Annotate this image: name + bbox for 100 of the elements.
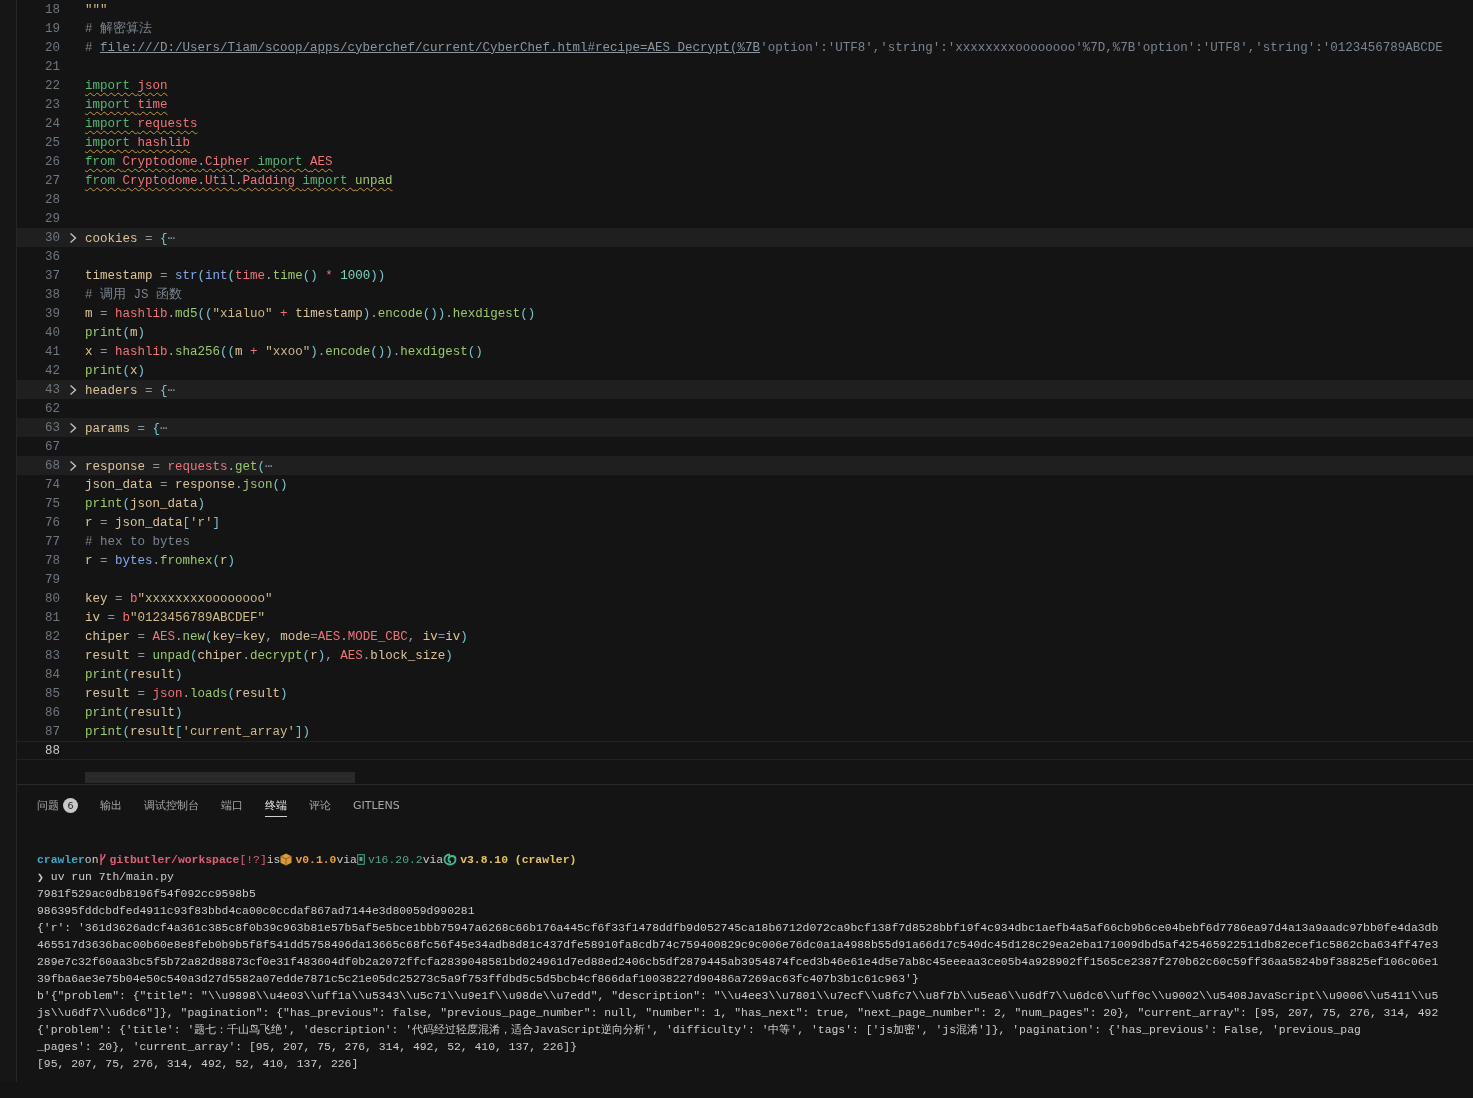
code-line: # hex to bytes (85, 534, 191, 549)
panel-tab[interactable]: 端口 (221, 795, 243, 817)
line-number: 30 (44, 230, 60, 245)
code-line: json_data = response.json() (85, 477, 288, 492)
box-icon (280, 853, 293, 866)
line-number: 28 (44, 192, 60, 207)
link[interactable]: file:///D:/Users/Tiam/scoop/apps/cyberchef/current/CyberChef.html#recipe=AES_Decrypt(%7B (100, 40, 761, 55)
code-line: headers = {⋯ (85, 382, 176, 398)
code-line: print(result) (85, 705, 183, 720)
panel-tab[interactable]: 问题 6 (37, 795, 78, 817)
prompt-text: via (336, 853, 357, 866)
prompt-text: is (266, 853, 281, 866)
terminal-output-line: b'{"problem": {"title": "\\u9898\\u4e03\\uff1a\\u5343\\u5c71\\u9e1f\\u98de\\u7edd", "description": "\\u4ee3\\u7801\\u7ecf\\u8fc7\\u8f7b\\u5ea6\\u6df7\\u6dc6\\uff0c\\u9002\\u5408JavaScript\\u9006\\u5411\\u5 (37, 989, 1439, 1002)
line-number: 63 (44, 420, 60, 435)
prompt-symbol: ❯ (37, 870, 44, 884)
code-line: """ (85, 2, 108, 17)
prompt-text: crawler (37, 853, 85, 866)
code-line: params = {⋯ (85, 420, 168, 436)
line-number: 37 (44, 268, 60, 283)
code-line: iv = b"0123456789ABCDEF" (85, 610, 266, 625)
terminal-output-line: 465517d3636bac00b60e8e8feb0b9b5f8f541dd5758496da13665c68fc56f45e34adb8d81c437dfe58910fa8cdb74c759400829c9c006e76dc0a1a4988b55d91a66d17c540dc45d128c29ea2eba171009dbd5af425465922511db82ecef1c5862cba634ff47e3 (37, 938, 1439, 951)
prompt-text: [!?] (239, 853, 267, 866)
line-number: 40 (44, 325, 60, 340)
prompt-text: v0.1.0 (295, 853, 337, 866)
line-number: 36 (44, 249, 60, 264)
code-line: import requests (85, 116, 198, 131)
prompt-text: gitbutler/workspace (109, 853, 240, 866)
code-line: print(m) (85, 325, 146, 340)
code-line: key = b"xxxxxxxxoooooooo" (85, 591, 273, 606)
panel-tab[interactable]: GITLENS (353, 795, 400, 817)
code-line: # 调用 JS 函数 (85, 286, 182, 303)
code-line: r = json_data['r'] (85, 515, 221, 530)
chevron-icon[interactable] (68, 231, 77, 244)
line-number: 62 (44, 401, 60, 416)
code-line: cookies = {⋯ (85, 230, 176, 246)
chevron-icon[interactable] (68, 383, 77, 396)
line-number: 26 (44, 154, 60, 169)
code-line: m = hashlib.md5(("xialuo" + timestamp).encode()).hexdigest() (85, 306, 536, 321)
line-number: 22 (44, 78, 60, 93)
line-number: 27 (44, 173, 60, 188)
prompt-text: v3.8.10 (crawler) (460, 853, 577, 866)
code-line: chiper = AES.new(key=key, mode=AES.MODE_CBC, iv=iv) (85, 629, 468, 644)
line-number: 42 (44, 363, 60, 378)
line-number: 86 (44, 705, 60, 720)
line-number: 76 (44, 515, 60, 530)
terminal-output-line: {'problem': {'title': '题七：千山鸟飞绝', 'description': '代码经过轻度混淆，适合JavaScript逆向分析', 'difficulty': '中等', 'tags': ['js加密', 'js混淆']}, 'pagination': {'has_previous': False, 'previous_pag (37, 1023, 1361, 1037)
panel-tab[interactable]: 评论 (309, 795, 331, 817)
terminal-output-line: 39fba6ae3e75b04e50c540a3d27d5582a07edde7871c5c21e05dc25273c5a9f753ffdbd5c5d5bcb4cf866daf10038227d90486a7269ac63fc407b3b1c61c963'} (37, 972, 919, 985)
line-number: 78 (44, 553, 60, 568)
line-number: 24 (44, 116, 60, 131)
line-number: 67 (44, 439, 60, 454)
terminal-output-line: js\\u6df7\\u6dc6"]}, "pagination": {"has_previous": false, "previous_page_number": null, "number": 1, "has_next": true, "next_page_number": 2, "num_pages": 20}, "current_array": [95, 207, 75, 276, 314, 492 (37, 1006, 1439, 1019)
code-line: response = requests.get(⋯ (85, 458, 273, 474)
panel-tab[interactable]: 调试控制台 (144, 795, 199, 817)
line-number: 41 (44, 344, 60, 359)
line-number: 29 (44, 211, 60, 226)
terminal-output-line: 7981f529ac0db8196f54f092cc9598b5 (37, 887, 256, 900)
prompt-text: via (422, 853, 444, 866)
code-line: print(json_data) (85, 496, 206, 511)
code-line: timestamp = str(int(time.time() * 1000)) (85, 268, 386, 283)
line-number: 82 (44, 629, 60, 644)
prompt-text: on (84, 853, 99, 866)
code-line: # file:///D:/Users/Tiam/scoop/apps/cyberchef/current/CyberChef.html#recipe=AES_Decrypt(%7B'option':'UTF8','string':'xxxxxxxxoooooooo'%7D,%7B'option':'UTF8','string':'0123456789ABCDE (85, 40, 1443, 55)
panel-tab[interactable]: 输出 (100, 795, 122, 817)
square-icon (356, 854, 365, 865)
code-line: # 解密算法 (85, 20, 152, 37)
line-number: 74 (44, 477, 60, 492)
line-number: 87 (44, 724, 60, 739)
code-line: from Cryptodome.Util.Padding import unpad (85, 173, 393, 188)
chevron-icon[interactable] (68, 459, 77, 472)
chevron-icon[interactable] (68, 421, 77, 434)
line-number: 79 (44, 572, 60, 587)
line-number: 68 (44, 458, 60, 473)
line-number: 84 (44, 667, 60, 682)
code-line: result = json.loads(result) (85, 686, 288, 701)
code-line: import hashlib (85, 135, 191, 150)
line-number: 18 (44, 2, 60, 17)
line-number: 85 (44, 686, 60, 701)
line-number: 80 (44, 591, 60, 606)
count-badge: 6 (63, 798, 78, 813)
line-number: 88 (44, 743, 60, 758)
code-line: import time (85, 97, 168, 112)
code-line: import json (85, 78, 168, 93)
code-line: x = hashlib.sha256((m + "xxoo").encode()).hexdigest() (85, 344, 483, 359)
code-line: r = bytes.fromhex(r) (85, 553, 236, 568)
code-line: print(x) (85, 363, 146, 378)
line-number: 83 (44, 648, 60, 663)
line-number: 81 (44, 610, 60, 625)
branch-icon (98, 853, 107, 866)
code-line: print(result['current_array']) (85, 724, 311, 739)
line-number: 43 (44, 382, 60, 397)
terminal-output-line: _pages': 20}, 'current_array': [95, 207, 75, 276, 314, 492, 52, 410, 137, 226]} (37, 1040, 577, 1053)
prompt-text: v16.20.2 (367, 853, 423, 866)
line-number: 21 (44, 59, 60, 74)
terminal-output-line: {'r': '361d3626adcf4a361c385c8f0b39c963b81e57b5af5e5bce1bbb75947a6268c66b176a445cf6f33f1478ddfb9d052745ca18b6712d072ca9bcf138f7d8528bbf19f4c934dbc1aefb4a5af66cb9b6ce04bebf6d7786ea97d4a13a9aadc97bb0fe4da3db (37, 921, 1439, 934)
swirl-icon (443, 853, 458, 866)
line-number: 39 (44, 306, 60, 321)
panel-tab[interactable]: 终端 (265, 795, 287, 817)
line-number: 23 (44, 97, 60, 112)
code-line: from Cryptodome.Cipher import AES (85, 154, 333, 169)
